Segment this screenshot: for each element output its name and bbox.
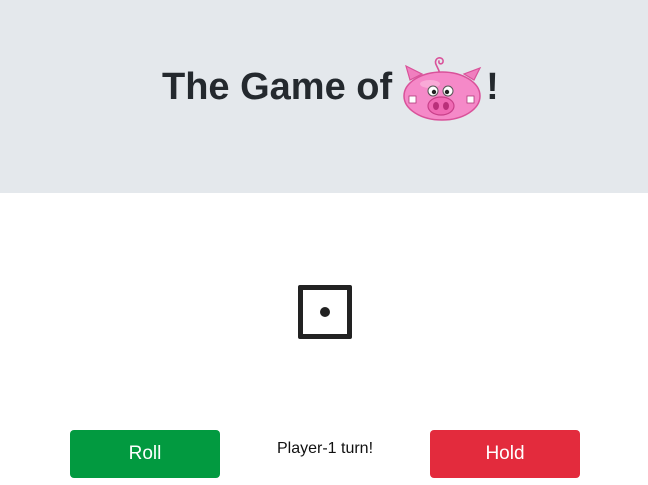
- header-banner: The Game of !: [0, 0, 648, 193]
- pig-face-icon: [400, 56, 484, 122]
- die-pip: [320, 307, 330, 317]
- turn-status: Player-1 turn!: [276, 440, 374, 457]
- hold-button[interactable]: Hold: [430, 430, 580, 478]
- die-face-one-icon: [298, 285, 352, 339]
- title-suffix: !: [486, 66, 499, 108]
- page-title: The Game of !: [162, 57, 499, 121]
- title-prefix: The Game of: [162, 66, 393, 108]
- roll-button[interactable]: Roll: [70, 430, 220, 478]
